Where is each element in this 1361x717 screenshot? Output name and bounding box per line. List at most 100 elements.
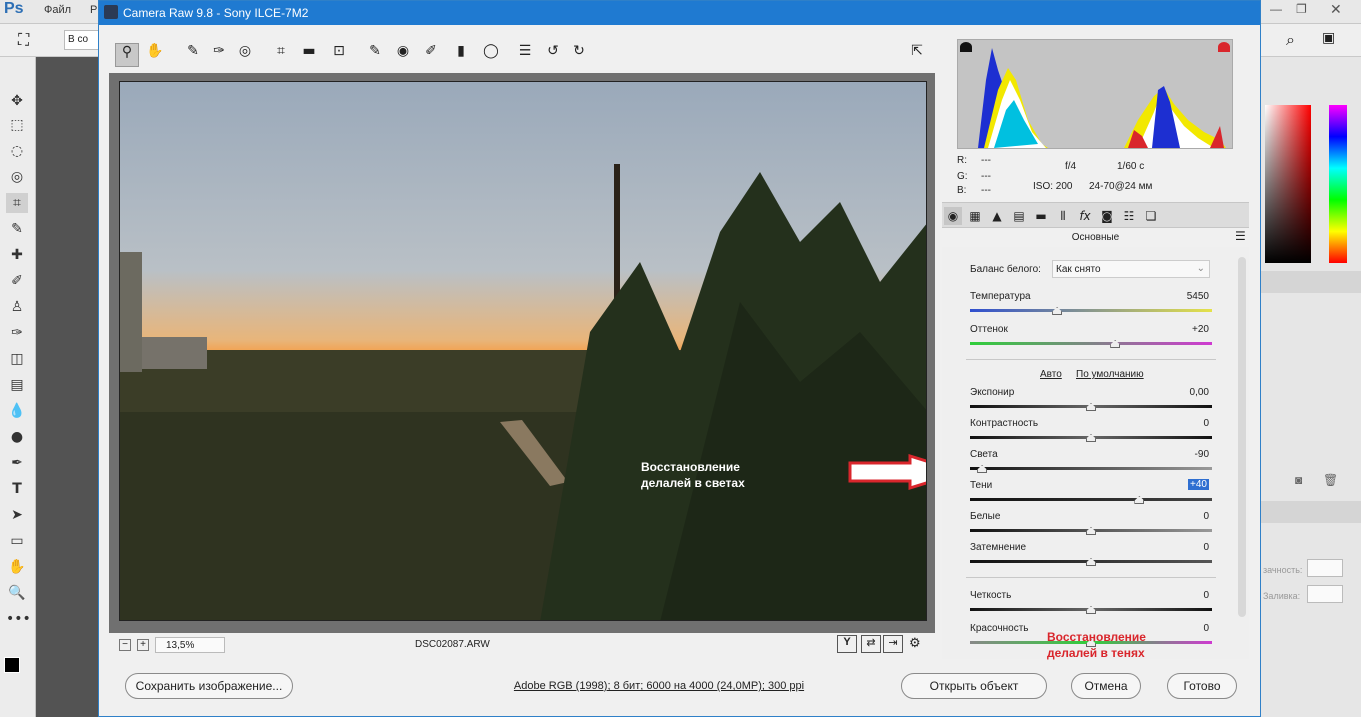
straighten-icon[interactable]: ▬ — [297, 43, 321, 67]
target-adjust-icon[interactable]: ◎ — [233, 43, 257, 67]
slider-track-highlights[interactable] — [970, 467, 1212, 470]
shadow-clipping-icon[interactable] — [960, 42, 972, 52]
opacity-field[interactable] — [1307, 559, 1343, 577]
slider-label-exposure: Экспонир — [970, 387, 1015, 398]
pen-tool-icon[interactable]: ✒ — [6, 453, 28, 473]
transform-icon[interactable]: ⊡ — [327, 43, 351, 67]
slider-value-clarity[interactable]: 0 — [1203, 590, 1209, 601]
graduated-filter-icon[interactable]: ▮ — [449, 43, 473, 67]
swap-icon[interactable]: ⇄ — [861, 635, 881, 653]
zoom-level-select[interactable]: 13,5% — [155, 637, 225, 653]
workflow-options-link[interactable]: Adobe RGB (1998); 8 бит; 6000 на 4000 (2… — [509, 680, 809, 692]
crop-tool-icon[interactable]: ⌗ — [6, 193, 28, 213]
color-sampler-icon[interactable]: ✑ — [207, 43, 231, 67]
white-balance-icon[interactable]: ✎ — [181, 43, 205, 67]
highlight-clipping-icon[interactable] — [1218, 42, 1230, 52]
preferences-icon[interactable]: ☰ — [513, 43, 537, 67]
menu-edit[interactable]: Р — [90, 4, 97, 16]
tab-hsl-icon[interactable]: ▤ — [1010, 207, 1028, 225]
zoom-bar: − + 13,5% DSC02087.ARW Y ⇄ ⇥ ⚙ — [109, 635, 935, 655]
rotate-left-icon[interactable]: ↺ — [541, 43, 565, 67]
zoom-tool-icon[interactable]: 🔍 — [6, 583, 28, 603]
tab-effects-icon[interactable]: fx — [1076, 207, 1094, 225]
lasso-tool-icon[interactable]: ◌ — [6, 141, 28, 161]
zoom-in-icon[interactable]: + — [137, 639, 149, 651]
tab-lens-icon[interactable]: ⦀ — [1054, 207, 1072, 225]
slider-label-whites: Белые — [970, 511, 1001, 522]
slider-value-highlights[interactable]: -90 — [1195, 449, 1209, 460]
healing-tool-icon[interactable]: ✚ — [6, 245, 28, 265]
panel-menu-icon[interactable]: ☰ — [1235, 229, 1246, 243]
slider-track-temperature[interactable] — [970, 309, 1212, 312]
red-eye-icon[interactable]: ◉ — [391, 43, 415, 67]
quick-select-icon[interactable]: ◎ — [6, 167, 28, 187]
shape-tool-icon[interactable]: ▭ — [6, 531, 28, 551]
crop-icon[interactable]: ⌗ — [269, 43, 293, 67]
hand-tool-icon[interactable]: ✋ — [6, 557, 28, 577]
tab-tone-curve-icon[interactable]: ▦ — [966, 207, 984, 225]
slider-track-shadows[interactable] — [970, 498, 1212, 501]
blur-tool-icon[interactable]: 💧 — [6, 401, 28, 421]
menu-file[interactable]: Файл — [44, 4, 71, 16]
move-tool-icon[interactable]: ✥ — [6, 91, 28, 111]
slider-track-tint[interactable] — [970, 342, 1212, 345]
slider-value-tint[interactable]: +20 — [1192, 324, 1209, 335]
open-object-button[interactable]: Открыть объект — [901, 673, 1047, 699]
fullscreen-icon[interactable]: ⇱ — [905, 43, 929, 67]
spot-removal-icon[interactable]: ✎ — [363, 43, 387, 67]
rotate-right-icon[interactable]: ↻ — [567, 43, 591, 67]
hue-slider[interactable] — [1329, 105, 1347, 263]
copy-settings-icon[interactable]: ⇥ — [883, 635, 903, 653]
eraser-tool-icon[interactable]: ◫ — [6, 349, 28, 369]
gradient-tool-icon[interactable]: ▤ — [6, 375, 28, 395]
cancel-button[interactable]: Отмена — [1071, 673, 1141, 699]
adjustment-brush-icon[interactable]: ✐ — [419, 43, 443, 67]
close-icon[interactable]: ✕ — [1330, 1, 1342, 18]
brush-tool-icon[interactable]: ✐ — [6, 271, 28, 291]
type-tool-icon[interactable]: T — [6, 479, 28, 499]
history-brush-icon[interactable]: ✑ — [6, 323, 28, 343]
tab-split-toning-icon[interactable]: ▬ — [1032, 207, 1050, 225]
slider-value-contrast[interactable]: 0 — [1203, 418, 1209, 429]
foreground-color-swatch[interactable] — [4, 657, 20, 673]
zoom-out-icon[interactable]: − — [119, 639, 131, 651]
more-tools-icon[interactable]: ••• — [6, 609, 31, 629]
path-select-icon[interactable]: ➤ — [6, 505, 28, 525]
camera-icon[interactable]: ◙ — [1295, 473, 1302, 487]
slider-value-vibrance[interactable]: 0 — [1203, 623, 1209, 634]
white-balance-select[interactable]: Как снято ⌄ — [1052, 260, 1210, 278]
stamp-tool-icon[interactable]: ♙ — [6, 297, 28, 317]
dodge-tool-icon[interactable]: ● — [6, 427, 28, 447]
marquee-tool-icon[interactable]: ⬚ — [6, 115, 28, 135]
slider-value-shadows[interactable]: +40 — [1188, 479, 1209, 490]
slider-value-blacks[interactable]: 0 — [1203, 542, 1209, 553]
zoom-icon[interactable]: ⚲ — [115, 43, 139, 67]
hand-icon[interactable]: ✋ — [143, 43, 167, 67]
tab-snapshots-icon[interactable]: ❏ — [1142, 207, 1160, 225]
tab-detail-icon[interactable]: ▲ — [988, 207, 1006, 225]
default-link[interactable]: По умолчанию — [1076, 369, 1144, 380]
tab-basic-icon[interactable]: ◉ — [944, 207, 962, 225]
minimize-icon[interactable]: — — [1270, 2, 1282, 16]
slider-value-whites[interactable]: 0 — [1203, 511, 1209, 522]
slider-value-temperature[interactable]: 5450 — [1187, 291, 1209, 302]
eyedropper-tool-icon[interactable]: ✎ — [6, 219, 28, 239]
radial-filter-icon[interactable]: ◯ — [479, 43, 503, 67]
b-label: B: — [957, 185, 967, 196]
tab-camera-calibration-icon[interactable]: ◙ — [1098, 207, 1116, 225]
auto-link[interactable]: Авто — [1040, 369, 1062, 380]
color-picker-field[interactable] — [1265, 105, 1311, 263]
crop-tool-icon[interactable]: ⛶ — [18, 30, 29, 50]
restore-icon[interactable]: ❐ — [1296, 2, 1307, 16]
search-icon[interactable]: ⌕ — [1286, 30, 1295, 50]
tab-presets-icon[interactable]: ☷ — [1120, 207, 1138, 225]
toggle-settings-icon[interactable]: ⚙ — [909, 635, 921, 651]
done-button[interactable]: Готово — [1167, 673, 1237, 699]
slider-value-exposure[interactable]: 0,00 — [1190, 387, 1209, 398]
trash-icon[interactable]: 🗑 — [1323, 473, 1338, 487]
fill-field[interactable] — [1307, 585, 1343, 603]
workspace-icon[interactable]: ▣ — [1322, 30, 1335, 46]
save-image-button[interactable]: Сохранить изображение... — [125, 673, 293, 699]
before-after-icon[interactable]: Y — [837, 635, 857, 653]
panel-scrollbar[interactable] — [1238, 257, 1246, 617]
